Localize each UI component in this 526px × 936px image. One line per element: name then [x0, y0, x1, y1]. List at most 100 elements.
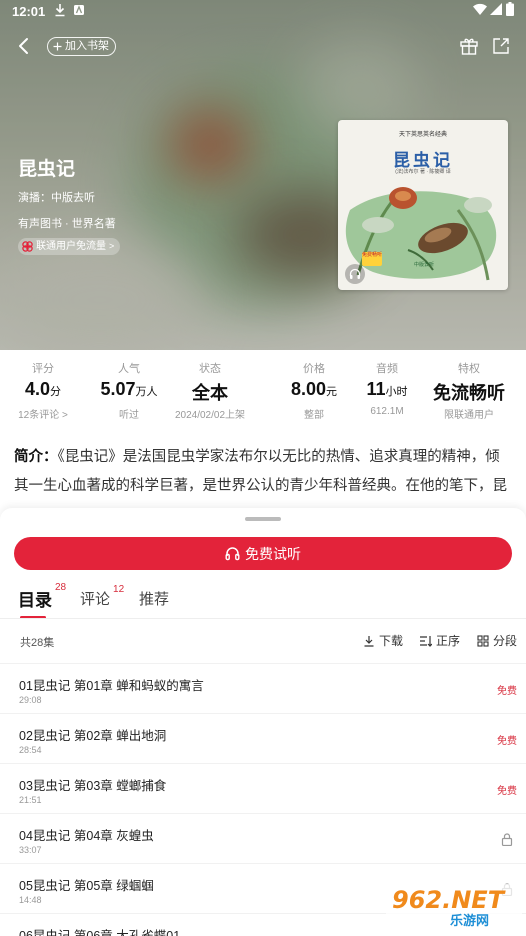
segment-button[interactable]: 分段	[477, 632, 517, 649]
tab-bar: 目录 28 评论 12 推荐	[0, 582, 526, 619]
episode-list-header: 共28集 下载 正序 分段	[0, 619, 526, 661]
plus-icon	[53, 42, 62, 51]
stat-unit: 小时	[385, 386, 408, 398]
download-label: 下载	[379, 634, 404, 648]
free-listen-button[interactable]: 免费试听	[14, 537, 512, 570]
stat-sub: 听过	[119, 410, 139, 421]
stat-privilege[interactable]: 特权 免流畅听 限联通用户	[424, 350, 514, 421]
tab-recommend[interactable]: 推荐	[139, 588, 169, 609]
stat-label: 特权	[458, 363, 480, 375]
sheet-drag-handle[interactable]	[245, 517, 281, 521]
watermark-site: 乐游网	[450, 913, 490, 928]
stat-value: 4.0分	[0, 379, 86, 402]
signal-icon	[490, 3, 502, 15]
book-stats: 评分 4.0分 12条评论 > 人气 5.07万人 听过 状态 全本 2024/…	[0, 350, 526, 422]
tab-count: 12	[113, 584, 125, 595]
stat-number: 4.0	[24, 379, 51, 399]
free-tag: 免费	[497, 736, 517, 747]
stat-status: 状态 全本 2024/02/02上架	[167, 350, 253, 421]
free-tag: 免费	[497, 686, 517, 697]
episode-sheet: 免费试听 目录 28 评论 12 推荐 共28集 下载 正序 分段 01昆虫记 …	[0, 508, 526, 936]
notification-icon	[74, 5, 84, 15]
stat-number: 免流畅听	[433, 383, 505, 403]
grid-icon	[477, 634, 489, 647]
lock-icon	[501, 833, 513, 846]
episode-title: 03昆虫记 第03章 螳螂捕食	[19, 779, 167, 793]
episode-title: 04昆虫记 第04章 灰蝗虫	[19, 829, 154, 843]
free-data-badge[interactable]: 联通用户免流量 >	[18, 238, 121, 255]
stat-label: 人气	[118, 363, 140, 375]
add-to-shelf-label: 加入书架	[65, 40, 109, 52]
gift-icon[interactable]	[459, 36, 479, 56]
free-data-label: 联通用户免流量	[36, 241, 106, 252]
stat-value: 全本	[167, 379, 253, 403]
download-icon	[55, 4, 65, 17]
download-icon	[364, 635, 374, 647]
stat-label: 评分	[32, 363, 54, 375]
stat-number: 全本	[192, 383, 228, 403]
tab-catalog[interactable]: 目录 28	[18, 582, 66, 611]
back-arrow-icon[interactable]	[12, 32, 38, 60]
download-button[interactable]: 下载	[363, 632, 403, 649]
tab-label: 评论	[80, 591, 111, 608]
headphones-icon	[345, 264, 365, 284]
episode-duration: 21:51	[19, 795, 42, 805]
episode-row[interactable]: 01昆虫记 第01章 蝉和蚂蚁的寓言 29:08 免费	[0, 663, 526, 713]
free-tag: 免费	[497, 786, 517, 797]
site-watermark: 962.NET 乐游网	[386, 884, 522, 932]
episode-title: 02昆虫记 第02章 蝉出地洞	[19, 729, 167, 743]
stat-label: 音频	[376, 363, 398, 375]
episode-duration: 33:07	[19, 845, 42, 855]
book-narrator: 演播：中版去听	[18, 192, 95, 204]
episode-duration: 29:08	[19, 695, 42, 705]
book-title: 昆虫记	[18, 159, 76, 180]
stat-popularity: 人气 5.07万人 听过	[86, 350, 172, 421]
unicom-logo-icon	[22, 241, 33, 252]
episode-row[interactable]: 03昆虫记 第03章 螳螂捕食 21:51 免费	[0, 763, 526, 813]
stat-unit: 元	[326, 386, 338, 398]
status-bar: 12:01	[0, 0, 526, 24]
cover-publisher: 中版去听	[414, 262, 435, 268]
tab-label: 目录	[18, 591, 52, 610]
book-tags: 有声图书 · 世界名著	[18, 218, 116, 230]
tab-count: 28	[55, 582, 67, 593]
book-intro[interactable]: 简介：《昆虫记》是法国昆虫学家法布尔以无比的热情、追求真理的精神，倾其一生心血著…	[14, 443, 514, 501]
episode-row[interactable]: 02昆虫记 第02章 蝉出地洞 28:54 免费	[0, 713, 526, 763]
wifi-icon	[473, 3, 487, 15]
stat-value: 11小时	[344, 379, 430, 402]
top-bar: 加入书架	[0, 30, 526, 64]
stat-number: 8.00	[290, 379, 327, 399]
book-header: 12:01 加入书架 昆虫记 演播：中版去听 有声图书 · 世界名著 联通用户免…	[0, 0, 526, 350]
share-icon[interactable]	[491, 36, 511, 56]
segment-label: 分段	[493, 634, 518, 648]
stat-rating[interactable]: 评分 4.0分 12条评论 >	[0, 350, 86, 421]
intro-text: 《昆虫记》是法国昆虫学家法布尔以无比的热情、追求真理的精神，倾其一生心血著成的科…	[14, 449, 507, 494]
episode-title: 01昆虫记 第01章 蝉和蚂蚁的寓言	[19, 679, 204, 693]
episode-title: 05昆虫记 第05章 绿蝈蝈	[19, 879, 154, 893]
status-time: 12:01	[12, 4, 46, 19]
chevron-right-icon: >	[109, 241, 115, 251]
episode-duration: 14:48	[19, 895, 42, 905]
cover-badge: 免费畅听	[362, 252, 382, 266]
battery-icon	[506, 2, 514, 16]
cover-author: (法)法布尔 著 · 陈筱卿 译	[395, 169, 451, 175]
stat-unit: 万人	[135, 386, 158, 398]
book-cover[interactable]: 天下英思英名经典 昆虫记 (法)法布尔 著 · 陈筱卿 译 免费畅听 中版去听	[338, 120, 508, 290]
tab-label: 推荐	[139, 591, 170, 608]
stat-value: 5.07万人	[86, 379, 172, 402]
stat-number: 11	[366, 379, 386, 399]
stat-sub: 限联通用户	[444, 410, 494, 421]
intro-label: 简介：	[14, 449, 58, 465]
episode-duration: 28:54	[19, 745, 42, 755]
stat-sub: 12条评论 >	[18, 410, 68, 421]
episode-title: 06昆虫记 第06章 大孔雀蝶01	[19, 929, 181, 936]
episode-row[interactable]: 04昆虫记 第04章 灰蝗虫 33:07	[0, 813, 526, 863]
stat-value: 免流畅听	[424, 379, 514, 403]
add-to-shelf-button[interactable]: 加入书架	[47, 37, 116, 56]
sort-button[interactable]: 正序	[419, 632, 460, 649]
stat-unit: 分	[50, 386, 62, 398]
stat-sub: 612.1M	[370, 406, 404, 417]
sort-label: 正序	[436, 634, 461, 648]
episode-count: 共28集	[20, 637, 55, 649]
tab-comments[interactable]: 评论 12	[80, 584, 124, 609]
